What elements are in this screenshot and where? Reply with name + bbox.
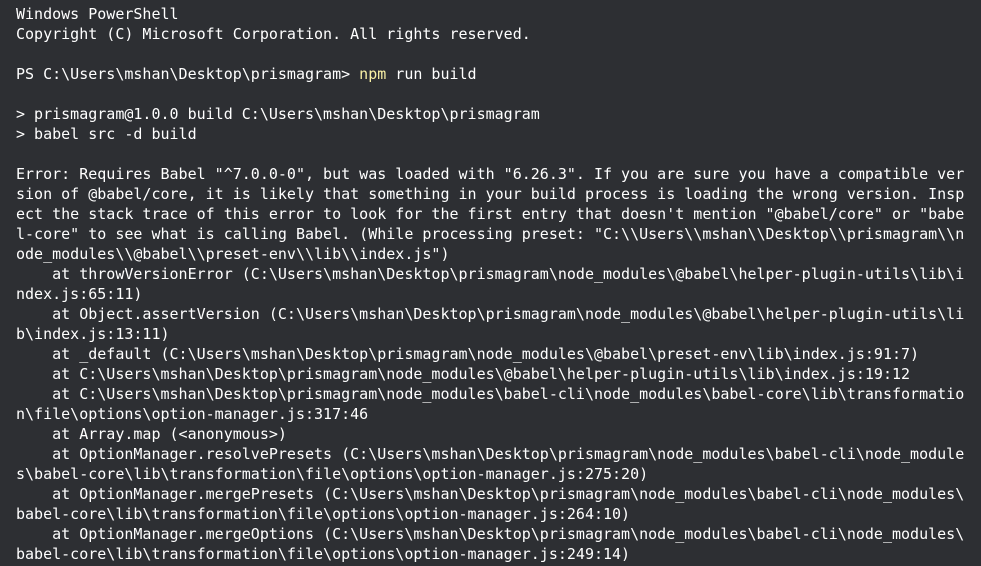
prompt-line: PS C:\Users\mshan\Desktop\prismagram> np… bbox=[16, 64, 966, 84]
error-message-line: ect the stack trace of this error to loo… bbox=[16, 205, 965, 223]
stack-trace-line: at C:\Users\mshan\Desktop\prismagram\nod… bbox=[16, 385, 965, 403]
stack-trace-line: b\index.js:13:11) bbox=[16, 325, 170, 343]
terminal-output[interactable]: Windows PowerShell Copyright (C) Microso… bbox=[16, 4, 966, 566]
stack-trace-line: at OptionManager.mergeOptions (C:\Users\… bbox=[16, 525, 965, 543]
stack-trace-line: at C:\Users\mshan\Desktop\prismagram\nod… bbox=[16, 365, 911, 383]
error-message-line: ode_modules\\@babel\\preset-env\\lib\\in… bbox=[16, 245, 450, 263]
npm-script-line: > babel src -d build bbox=[16, 125, 197, 143]
stack-trace-line: at throwVersionError (C:\Users\mshan\Des… bbox=[16, 265, 965, 283]
prompt-path: PS C:\Users\mshan\Desktop\prismagram> bbox=[16, 65, 360, 83]
stack-trace-line: babel-core\lib\transformation\file\optio… bbox=[16, 505, 631, 523]
stack-trace-line: babel-core\lib\transformation\file\optio… bbox=[16, 545, 631, 563]
stack-trace-line: at Array.map (<anonymous>) bbox=[16, 425, 287, 443]
command-exec: npm bbox=[359, 65, 387, 83]
npm-script-line: > prismagram@1.0.0 build C:\Users\mshan\… bbox=[16, 105, 540, 123]
stack-trace-line: at Object.assertVersion (C:\Users\mshan\… bbox=[16, 305, 965, 323]
header-copyright: Copyright (C) Microsoft Corporation. All… bbox=[16, 25, 531, 43]
stack-trace-line: n\file\options\option-manager.js:317:46 bbox=[16, 405, 369, 423]
stack-trace-line: ndex.js:65:11) bbox=[16, 285, 143, 303]
stack-trace-line: at OptionManager.resolvePresets (C:\User… bbox=[16, 445, 965, 463]
error-message-line: sion of @babel/core, it is likely that s… bbox=[16, 185, 965, 203]
header-title: Windows PowerShell bbox=[16, 5, 179, 23]
stack-trace-line: at _default (C:\Users\mshan\Desktop\pris… bbox=[16, 345, 920, 363]
command-args: run build bbox=[386, 65, 477, 83]
stack-trace-line: s\babel-core\lib\transformation\file\opt… bbox=[16, 465, 649, 483]
stack-trace-line: at OptionManager.mergePresets (C:\Users\… bbox=[16, 485, 965, 503]
error-message-line: Error: Requires Babel "^7.0.0-0", but wa… bbox=[16, 165, 965, 183]
error-message-line: l-core" to see what is calling Babel. (W… bbox=[16, 225, 965, 243]
